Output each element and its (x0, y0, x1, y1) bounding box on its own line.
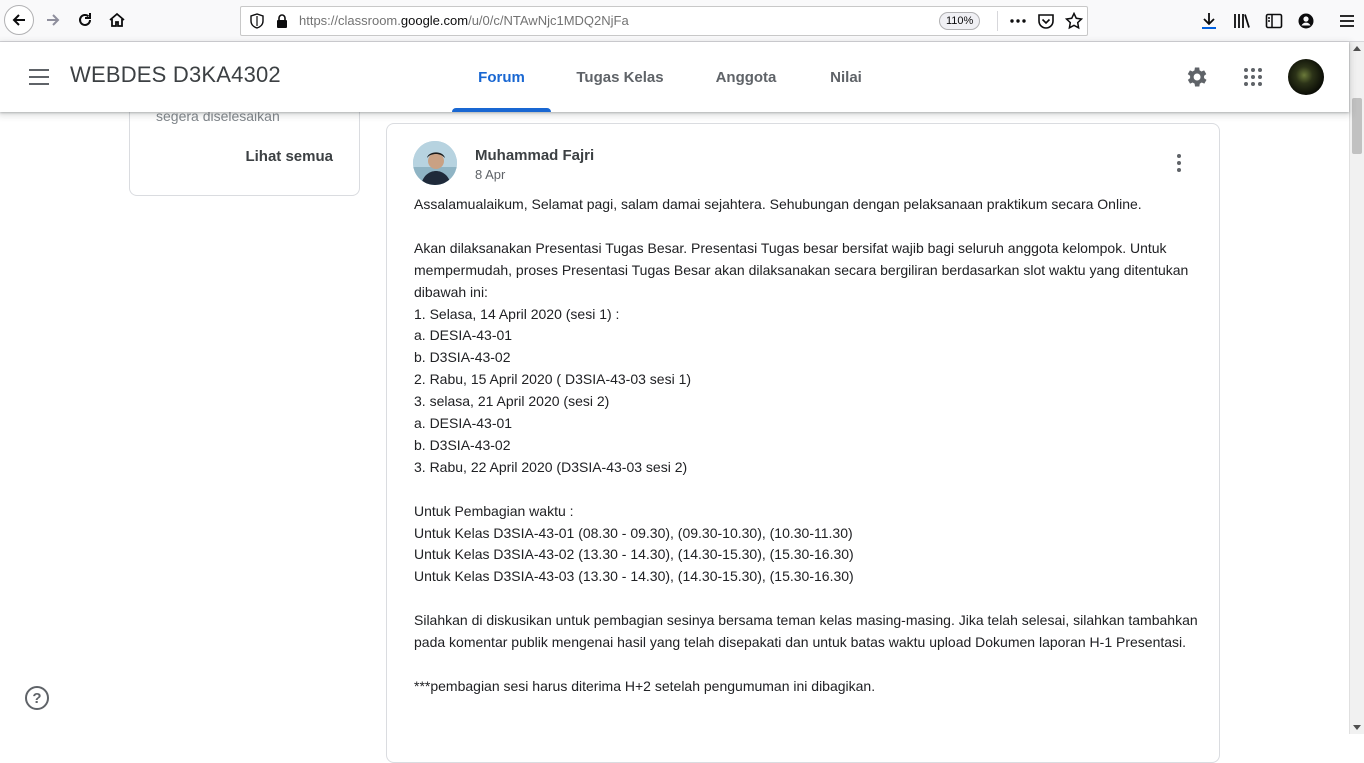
home-button[interactable] (102, 5, 132, 35)
post-line: Akan dilaksanakan Presentasi Tugas Besar… (414, 239, 1189, 300)
tab-anggota[interactable]: Anggota (702, 42, 790, 112)
post-line: Untuk Kelas D3SIA-43-01 (08.30 - 09.30),… (414, 524, 853, 541)
scrollbar-thumb[interactable] (1352, 98, 1362, 154)
google-apps-icon[interactable] (1241, 65, 1265, 89)
post-line: b. D3SIA-43-02 (414, 436, 511, 453)
more-actions-icon[interactable] (1009, 12, 1027, 30)
arrow-right-icon (47, 14, 60, 26)
tab-nilai[interactable]: Nilai (818, 42, 874, 112)
page-scrollbar[interactable] (1349, 42, 1364, 734)
post-date: 8 Apr (475, 167, 506, 182)
download-icon[interactable] (1199, 11, 1219, 31)
post-line: 3. selasa, 21 April 2020 (sesi 2) (414, 393, 610, 410)
view-all-link[interactable]: Lihat semua (245, 148, 333, 165)
post-options-icon[interactable] (1167, 150, 1191, 176)
classroom-header: WEBDES D3KA4302 Forum Tugas Kelas Anggot… (0, 42, 1349, 112)
post-line: 2. Rabu, 15 April 2020 ( D3SIA-43-03 ses… (414, 371, 692, 388)
shield-icon[interactable] (249, 13, 265, 29)
url-bar[interactable]: https://classroom.google.com/u/0/c/NTAwN… (240, 6, 1088, 36)
post-body: Assalamualaikum, Selamat pagi, salam dam… (414, 194, 1204, 698)
post-line: 3. Rabu, 22 April 2020 (D3SIA-43-03 sesi… (414, 458, 688, 475)
library-icon[interactable] (1232, 11, 1252, 31)
hamburger-menu-icon[interactable] (1337, 11, 1357, 31)
post-line: ***pembagian sesi harus diterima H+2 set… (414, 677, 876, 694)
account-avatar[interactable] (1288, 59, 1324, 95)
hamburger-line (29, 69, 49, 71)
help-icon[interactable]: ? (25, 686, 49, 710)
post-line: Untuk Pembagian waktu : (414, 502, 574, 519)
post-line: b. D3SIA-43-02 (414, 349, 511, 366)
reload-button[interactable] (70, 5, 100, 35)
post-author-name[interactable]: Muhammad Fajri (475, 147, 594, 164)
author-avatar (413, 141, 457, 185)
url-text[interactable]: https://classroom.google.com/u/0/c/NTAwN… (299, 13, 629, 28)
scroll-down-arrow-icon[interactable] (1353, 725, 1361, 730)
post-line: Untuk Kelas D3SIA-43-03 (13.30 - 14.30),… (414, 568, 854, 585)
post-line: Assalamualaikum, Selamat pagi, salam dam… (414, 196, 1142, 212)
tab-tugas-kelas[interactable]: Tugas Kelas (565, 42, 675, 112)
reload-icon (79, 13, 91, 26)
post-line: Untuk Kelas D3SIA-43-02 (13.30 - 14.30),… (414, 546, 854, 563)
tab-forum[interactable]: Forum (452, 42, 551, 112)
post-line: a. DESIA-43-01 (414, 327, 513, 344)
account-icon[interactable] (1296, 11, 1316, 31)
menu-dot (1177, 161, 1181, 165)
divider (997, 11, 998, 31)
bookmark-star-icon[interactable] (1065, 12, 1083, 30)
menu-dot (1177, 168, 1181, 172)
zoom-level-badge[interactable]: 110% (939, 12, 981, 30)
pocket-icon[interactable] (1037, 12, 1055, 30)
scroll-up-arrow-icon[interactable] (1353, 46, 1361, 51)
person-photo-icon (413, 141, 457, 185)
arrow-left-icon (12, 14, 25, 26)
sidebar-icon[interactable] (1264, 11, 1284, 31)
forward-button[interactable] (38, 5, 68, 35)
hamburger-line (29, 76, 49, 78)
menu-dot (1177, 154, 1181, 158)
post-line: a. DESIA-43-01 (414, 415, 513, 432)
back-button[interactable] (4, 5, 34, 35)
announcement-post: Muhammad Fajri 8 Apr Assalamualaikum, Se… (386, 123, 1220, 763)
post-line: Silahkan di diskusikan untuk pembagian s… (414, 612, 1198, 651)
settings-gear-icon[interactable] (1183, 64, 1209, 90)
class-title[interactable]: WEBDES D3KA4302 (70, 62, 281, 88)
browser-toolbar: https://classroom.google.com/u/0/c/NTAwN… (0, 0, 1364, 42)
hamburger-line (29, 83, 49, 85)
lock-icon[interactable] (275, 13, 289, 29)
home-icon (109, 12, 125, 27)
post-line: 1. Selasa, 14 April 2020 (sesi 1) : (414, 305, 620, 322)
main-menu-button[interactable] (22, 62, 56, 92)
